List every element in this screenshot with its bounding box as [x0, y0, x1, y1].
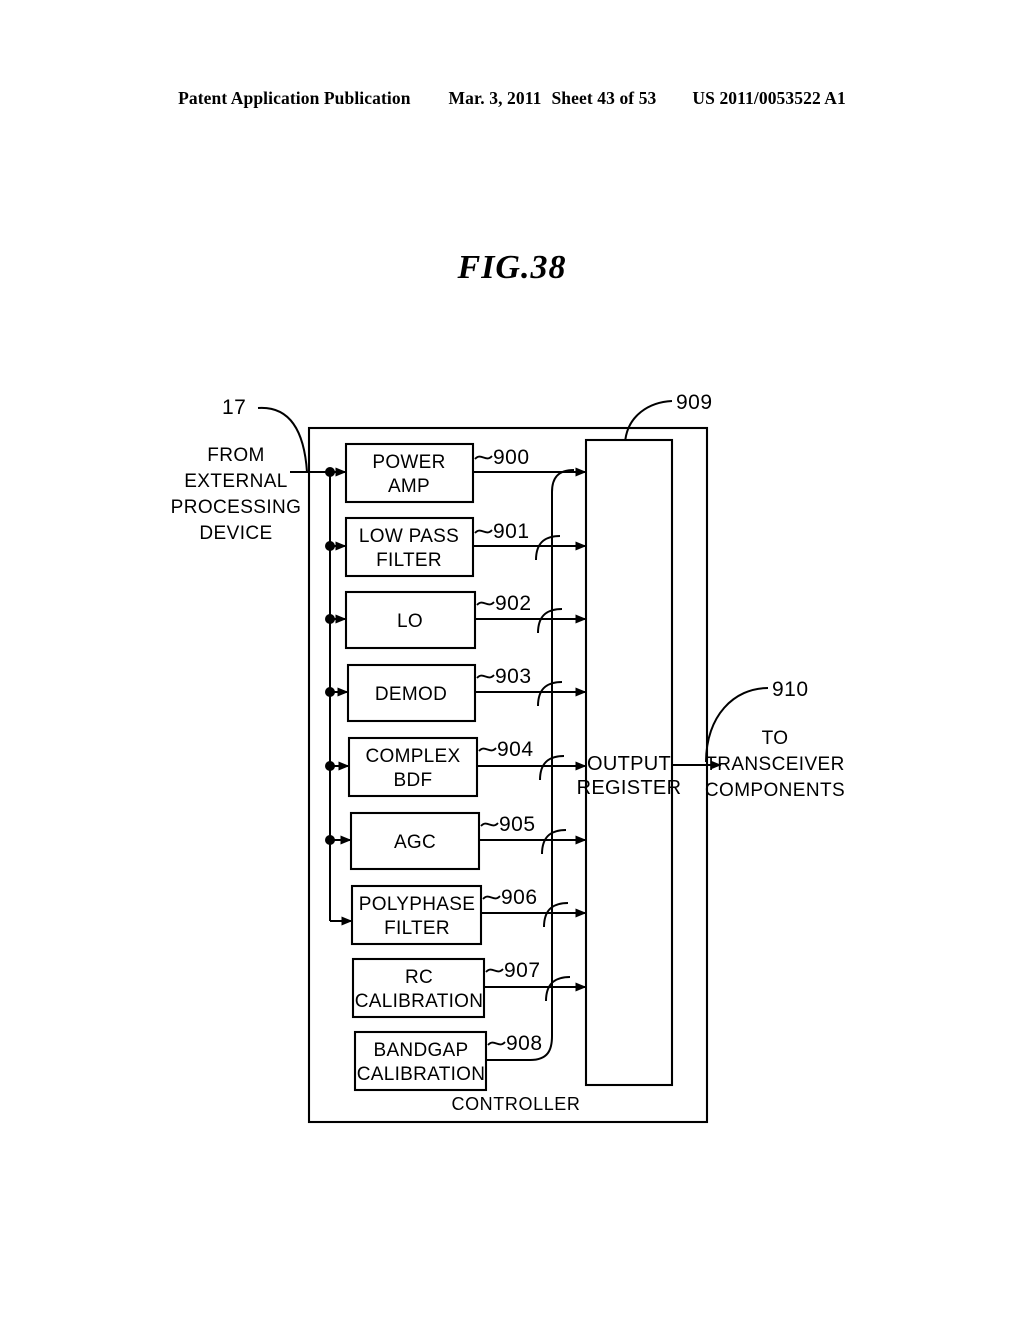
ref-17-label: 17 [222, 396, 246, 419]
wire-hop-907 [545, 976, 571, 1002]
block-demod-label: DEMOD [375, 684, 447, 705]
block-power-amp-label-line1: POWER [372, 452, 445, 473]
ref-910-label: 910 [772, 678, 809, 701]
wire-hop-906 [543, 902, 569, 928]
block-low-pass-filter-label-line2: FILTER [376, 550, 442, 571]
output-destination-label-line1: TO [762, 728, 789, 749]
wire-hop-902 [537, 608, 563, 634]
ref-909-label: 909 [676, 391, 713, 414]
block-rc-calibration-label-line2: CALIBRATION [355, 991, 484, 1012]
block-complex-bdf-label-line1: COMPLEX [365, 746, 460, 767]
block-agc-label: AGC [394, 832, 436, 853]
ref-906-leader [482, 895, 501, 900]
output-register-label-line2: REGISTER [577, 777, 682, 799]
input-source-label-line3: PROCESSING [171, 497, 302, 518]
ref-902-leader [476, 601, 495, 606]
block-bandgap-calibration-label-line2: CALIBRATION [357, 1064, 486, 1085]
ref-907-leader [485, 968, 504, 973]
patent-page: Patent Application Publication Mar. 3, 20… [0, 0, 1024, 1320]
block-lo-label: LO [397, 611, 423, 632]
ref-905-leader [480, 822, 499, 827]
input-source-label-line4: DEVICE [199, 523, 272, 544]
block-complex-bdf-label-line2: BDF [394, 770, 433, 791]
output-register-label-line1: OUTPUT [587, 753, 671, 775]
ref-17-leader [257, 406, 308, 473]
ref-903-leader [476, 674, 495, 679]
ref-906-label: 906 [501, 886, 538, 909]
block-low-pass-filter-label-line1: LOW PASS [359, 526, 459, 547]
ref-904-leader [478, 747, 497, 752]
controller-label: CONTROLLER [451, 1094, 580, 1114]
block-polyphase-filter-label-line1: POLYPHASE [359, 894, 475, 915]
output-destination-label-line2: TRANSCEIVER [705, 754, 845, 775]
figure-38-block-diagram: 909 17 FROM EXTERNAL PROCESSING DEVICE P… [171, 391, 845, 1124]
ref-901-leader [474, 529, 493, 534]
block-rc-calibration-label-line1: RC [405, 967, 433, 988]
ref-901-label: 901 [493, 520, 530, 543]
ref-907-label: 907 [504, 959, 541, 982]
output-destination-label-line3: COMPONENTS [705, 780, 845, 801]
block-bandgap-calibration-label-line1: BANDGAP [373, 1040, 468, 1061]
ref-900-label: 900 [493, 446, 530, 469]
output-bus-riser-top-hook [551, 469, 575, 493]
wire-hop-905 [541, 829, 567, 855]
ref-904-label: 904 [497, 738, 534, 761]
wire-hop-901 [535, 535, 561, 561]
block-polyphase-filter-label-line2: FILTER [384, 918, 450, 939]
ref-908-leader [487, 1041, 506, 1046]
ref-909-leader [624, 400, 673, 444]
input-source-label-line2: EXTERNAL [184, 471, 288, 492]
ref-900-leader [474, 455, 493, 460]
ref-908-label: 908 [506, 1032, 543, 1055]
block-power-amp-label-line2: AMP [388, 476, 430, 497]
input-source-label-line1: FROM [207, 445, 265, 466]
ref-903-label: 903 [495, 665, 532, 688]
wire-hop-903 [537, 681, 563, 707]
ref-902-label: 902 [495, 592, 532, 615]
ref-910-leader [705, 687, 769, 763]
ref-905-label: 905 [499, 813, 536, 836]
